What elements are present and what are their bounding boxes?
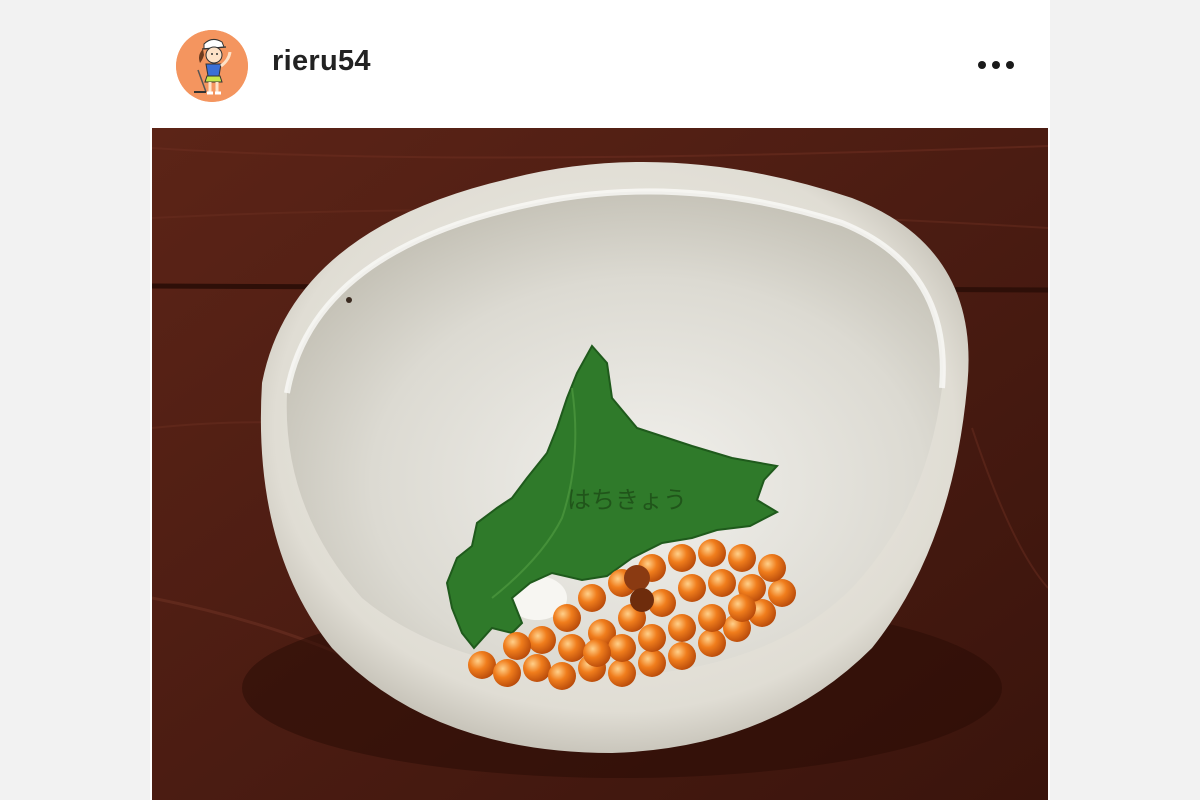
username[interactable]: rieru54: [272, 45, 371, 78]
more-options-button[interactable]: [968, 48, 1024, 82]
golfer-avatar-icon: [176, 30, 248, 102]
post-header: rieru54: [150, 0, 1050, 128]
more-options-icon: [992, 61, 1000, 69]
leaf-engraving: はちきょう: [567, 486, 687, 514]
food-photo: はちきょう: [152, 128, 1048, 800]
more-options-icon: [1006, 61, 1014, 69]
avatar[interactable]: [176, 30, 248, 102]
instagram-post: rieru54 はちきょう: [150, 0, 1050, 800]
more-options-icon: [978, 61, 986, 69]
post-photo[interactable]: はちきょう: [152, 128, 1048, 800]
